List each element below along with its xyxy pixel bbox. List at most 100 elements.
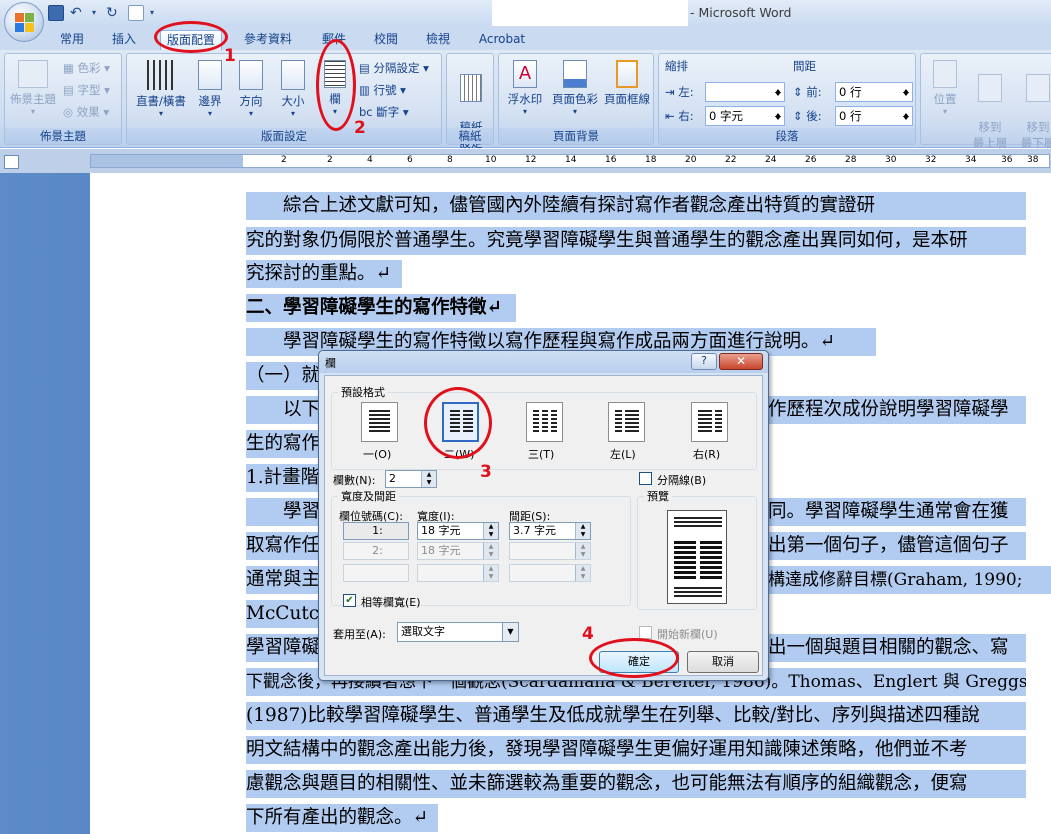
page-color-button[interactable]: 頁面色彩 ▾ (549, 60, 601, 116)
dropdown-arrow-icon[interactable]: ▾ (92, 5, 100, 21)
num-columns-input[interactable]: 2 (385, 470, 437, 488)
help-icon[interactable]: ? (691, 353, 717, 370)
spacing-before-input[interactable]: 0 行 (835, 82, 913, 102)
preview-lines (674, 517, 722, 529)
spacing-before-label-text: 前: (806, 85, 822, 99)
ruler-number: 36 (1001, 155, 1013, 165)
office-button[interactable] (4, 2, 44, 42)
position-button[interactable]: 位置 ▾ (923, 60, 967, 116)
presets-title: 預設格式 (338, 384, 388, 400)
tab-selector-icon[interactable] (4, 155, 19, 169)
preset-one-button[interactable] (361, 402, 398, 442)
send-to-back-button[interactable]: 移到 最下層 (1015, 60, 1051, 151)
position-icon (933, 60, 957, 88)
bring-front-label: 移到 最上層 (972, 120, 1008, 150)
colors-button[interactable]: ▦ 色彩 ▾ (63, 60, 110, 76)
dialog-title-bar[interactable]: 欄 ? ✕ (319, 351, 768, 373)
chevron-down-icon[interactable]: ▼ (502, 623, 518, 641)
line-between-checkbox[interactable] (639, 472, 652, 485)
themes-button[interactable]: 佈景主題 ▾ (7, 60, 59, 116)
undo-icon[interactable]: ↶ (70, 5, 86, 21)
col-num-2: 2: (343, 542, 409, 560)
ruler-number: 34 (965, 155, 977, 165)
spacing-2-input[interactable] (509, 542, 591, 560)
redo-icon[interactable]: ↻ (106, 5, 122, 21)
equal-width-checkbox[interactable]: ✔ (343, 594, 356, 607)
print-preview-icon[interactable] (128, 5, 144, 21)
doc-line: 生的寫作 (246, 430, 320, 458)
breaks-button[interactable]: ▤ 分隔設定 ▾ (359, 60, 429, 76)
spacing-title: 間距 (793, 59, 816, 73)
group-page-setup: 直書/橫書 ▾ 邊界 ▾ 方向 ▾ 大小 ▾ 欄 ▾ ▤ 分隔設定 ▾ ▥ 行號 ▾ bc… (126, 53, 442, 145)
tab-review[interactable]: 校閱 (366, 30, 406, 50)
doc-line-fragment: 構達成修辭目標(Graham, 1990; (768, 566, 1051, 594)
annotation-ring-ok (589, 638, 679, 678)
indent-right-label-text: 右: (678, 109, 694, 123)
hyphenation-button[interactable]: bc 斷字 ▾ (359, 104, 409, 120)
spacing-3-input[interactable] (509, 564, 591, 582)
customize-qat-icon[interactable]: ▾ (150, 5, 158, 21)
spacing-after-label: ⇕ 後: (793, 109, 822, 123)
line-between-label: 分隔線(B) (657, 474, 707, 487)
tab-view[interactable]: 檢視 (418, 30, 458, 50)
width-1-input[interactable]: 18 字元 (417, 522, 499, 540)
indent-left-input[interactable] (705, 82, 785, 102)
spacing-after-input[interactable]: 0 行 (835, 106, 913, 126)
margins-button[interactable]: 邊界 ▾ (193, 60, 227, 118)
ruler-number: 12 (525, 155, 537, 165)
doc-line: 1.計畫階 (246, 464, 320, 492)
horizontal-ruler[interactable]: 2 2 4 6 8 10 12 14 16 18 20 22 24 26 28 … (90, 154, 1050, 168)
preset-three-button[interactable] (526, 402, 563, 442)
ruler-number: 30 (885, 155, 897, 165)
group-page-background: A 浮水印 ▾ 頁面色彩 ▾ 頁面框線 頁面背景 (498, 53, 654, 145)
start-new-column-checkbox[interactable] (639, 626, 652, 639)
width-2-input[interactable]: 18 字元 (417, 542, 499, 560)
close-icon[interactable]: ✕ (719, 353, 763, 370)
width-3-input[interactable] (417, 564, 499, 582)
line-numbers-button[interactable]: ▥ 行號 ▾ (359, 82, 406, 98)
ruler-number: 24 (765, 155, 777, 165)
tab-acrobat[interactable]: Acrobat (472, 30, 532, 50)
tab-home[interactable]: 常用 (52, 30, 92, 50)
doc-line: 下所有產出的觀念。↵ (246, 804, 438, 832)
save-icon[interactable] (48, 5, 64, 21)
watermark-button[interactable]: A 浮水印 ▾ (501, 60, 549, 116)
spacing-1-input[interactable]: 3.7 字元 (509, 522, 591, 540)
ruler-number: 26 (805, 155, 817, 165)
preview-title: 預覽 (644, 488, 672, 504)
page-color-label: 頁面色彩 (552, 92, 598, 106)
position-label: 位置 (933, 92, 957, 106)
size-button[interactable]: 大小 ▾ (275, 60, 311, 118)
direction-label: 直書/橫書 (136, 94, 186, 108)
page-borders-button[interactable]: 頁面框線 (601, 60, 653, 107)
preset-left-icon-col (625, 410, 639, 434)
indent-right-label: ⇤ 右: (665, 109, 694, 123)
fonts-button[interactable]: ▤ 字型 ▾ (63, 82, 110, 98)
group-label-manuscript: 稿紙 (447, 128, 493, 144)
doc-line-fragment: 出第一個句子，儘管這個句子 (768, 532, 1026, 560)
equal-width-label: 相等欄寬(E) (361, 596, 421, 609)
bring-to-front-button[interactable]: 移到 最上層 (967, 60, 1013, 151)
cancel-button[interactable]: 取消 (687, 651, 759, 673)
group-manuscript: 稿紙 設定 稿紙 (446, 53, 494, 150)
num-columns-label: 欄數(N): (333, 474, 376, 487)
line-numbers-label: 行號 (373, 83, 397, 97)
indent-right-input[interactable]: 0 字元 (705, 106, 785, 126)
preset-left-label: 左(L) (610, 448, 636, 461)
doc-line-fragment: 出一個與題目相關的觀念、寫 (768, 634, 1026, 662)
apply-to-select[interactable]: 選取文字 ▼ (397, 622, 519, 642)
manuscript-icon (460, 74, 482, 102)
preset-left-button[interactable] (608, 402, 645, 442)
page-color-icon (563, 60, 587, 88)
margins-icon (198, 60, 222, 90)
effects-button[interactable]: ◎ 效果 ▾ (63, 104, 109, 120)
tab-insert[interactable]: 插入 (104, 30, 144, 50)
tab-references[interactable]: 參考資料 (236, 30, 300, 50)
themes-label: 佈景主題 (10, 92, 56, 106)
indent-title: 縮排 (665, 59, 688, 73)
annotation-number: 1 (224, 46, 236, 66)
preset-right-icon-col (715, 410, 722, 434)
preset-right-button[interactable] (691, 402, 728, 442)
orientation-button[interactable]: 方向 ▾ (233, 60, 269, 118)
text-direction-button[interactable]: 直書/橫書 ▾ (129, 60, 193, 118)
